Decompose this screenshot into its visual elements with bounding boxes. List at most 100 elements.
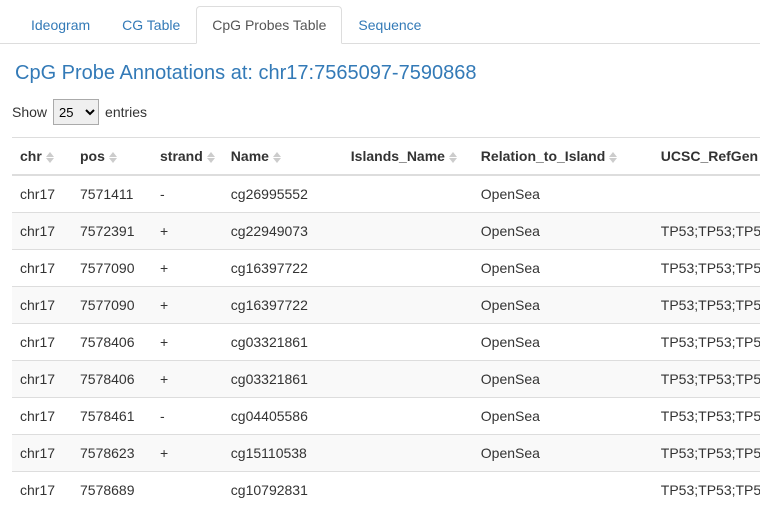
cell-refgen: TP53;TP53;TP53;: [653, 213, 760, 250]
cell-refgen: TP53;TP53;TP53;: [653, 435, 760, 472]
cell-refgen: TP53;TP53;TP53;: [653, 287, 760, 324]
cell-refgen: TP53;TP53;TP53;: [653, 250, 760, 287]
table-row: chr177578461-cg04405586 OpenSeaTP53;TP53;…: [12, 398, 760, 435]
cell-islands: [343, 175, 473, 213]
show-label: Show: [12, 104, 47, 120]
cell-name: cg16397722: [223, 250, 343, 287]
cell-pos: 7571411: [72, 175, 152, 213]
table-row: chr177572391+cg22949073OpenSeaTP53;TP53;…: [12, 213, 760, 250]
cell-strand: +: [152, 213, 223, 250]
cell-name: cg16397722: [223, 287, 343, 324]
sort-icon: [207, 152, 215, 163]
col-header-relation_to_island[interactable]: Relation_to_Island: [473, 138, 653, 176]
cell-relation: OpenSea: [473, 287, 653, 324]
cell-strand: [152, 472, 223, 508]
tabs: IdeogramCG TableCpG Probes TableSequence: [0, 0, 760, 44]
col-header-ucsc_refgen[interactable]: UCSC_RefGen: [653, 138, 760, 176]
cell-name: cg03321861: [223, 361, 343, 398]
cell-name: cg04405586: [223, 398, 343, 435]
cell-refgen: TP53;TP53;TP53;: [653, 472, 760, 508]
cell-pos: 7578689: [72, 472, 152, 508]
cell-islands: [343, 472, 473, 508]
cell-name: cg22949073: [223, 213, 343, 250]
entries-label: entries: [105, 104, 147, 120]
table-row: chr177577090+cg16397722OpenSeaTP53;TP53;…: [12, 250, 760, 287]
sort-icon: [449, 152, 457, 163]
header-row: chr pos strand Name Islands_Name Relation_to_…: [12, 138, 760, 176]
table-row: chr177577090+cg16397722OpenSeaTP53;TP53;…: [12, 287, 760, 324]
cell-name: cg03321861: [223, 324, 343, 361]
col-label: pos: [80, 148, 105, 164]
cell-strand: +: [152, 287, 223, 324]
cell-relation: OpenSea: [473, 324, 653, 361]
cell-pos: 7578623: [72, 435, 152, 472]
cell-pos: 7578461: [72, 398, 152, 435]
cell-name: cg10792831: [223, 472, 343, 508]
cell-strand: -: [152, 175, 223, 213]
col-header-islands_name[interactable]: Islands_Name: [343, 138, 473, 176]
cell-chr: chr17: [12, 472, 72, 508]
cell-pos: 7578406: [72, 361, 152, 398]
cell-islands: [343, 398, 473, 435]
cell-refgen: [653, 175, 760, 213]
col-label: strand: [160, 148, 203, 164]
cell-islands: [343, 324, 473, 361]
col-header-strand[interactable]: strand: [152, 138, 223, 176]
tab-cg-table[interactable]: CG Table: [106, 6, 196, 44]
cell-refgen: TP53;TP53;TP53;: [653, 324, 760, 361]
table-row: chr177578689 cg10792831 TP53;TP53;TP53;: [12, 472, 760, 508]
cell-islands: [343, 435, 473, 472]
cell-islands: [343, 213, 473, 250]
probes-table: chr pos strand Name Islands_Name Relation_to_…: [12, 137, 760, 508]
sort-icon: [273, 152, 281, 163]
cell-strand: +: [152, 361, 223, 398]
table-row: chr177578406+cg03321861 OpenSeaTP53;TP53;…: [12, 324, 760, 361]
col-header-name[interactable]: Name: [223, 138, 343, 176]
col-label: UCSC_RefGen: [661, 148, 758, 164]
col-label: chr: [20, 148, 42, 164]
cell-chr: chr17: [12, 287, 72, 324]
cell-pos: 7578406: [72, 324, 152, 361]
cell-pos: 7577090: [72, 250, 152, 287]
tab-ideogram[interactable]: Ideogram: [15, 6, 106, 44]
cell-chr: chr17: [12, 324, 72, 361]
cell-chr: chr17: [12, 361, 72, 398]
cell-islands: [343, 361, 473, 398]
cell-chr: chr17: [12, 250, 72, 287]
cell-relation: [473, 472, 653, 508]
cell-refgen: TP53;TP53;TP53;: [653, 361, 760, 398]
cell-relation: OpenSea: [473, 398, 653, 435]
col-label: Relation_to_Island: [481, 148, 605, 164]
cell-name: cg15110538: [223, 435, 343, 472]
cell-chr: chr17: [12, 213, 72, 250]
cell-chr: chr17: [12, 398, 72, 435]
entries-select[interactable]: 25: [53, 99, 99, 125]
cell-relation: OpenSea: [473, 361, 653, 398]
col-header-chr[interactable]: chr: [12, 138, 72, 176]
cell-relation: OpenSea: [473, 175, 653, 213]
cell-strand: -: [152, 398, 223, 435]
cell-relation: OpenSea: [473, 250, 653, 287]
cell-islands: [343, 250, 473, 287]
table-body: chr177571411-cg26995552OpenSeachr1775723…: [12, 175, 760, 508]
cell-refgen: TP53;TP53;TP53;: [653, 398, 760, 435]
sort-icon: [46, 152, 54, 163]
cell-pos: 7572391: [72, 213, 152, 250]
cell-name: cg26995552: [223, 175, 343, 213]
cell-islands: [343, 287, 473, 324]
tab-sequence[interactable]: Sequence: [342, 6, 437, 44]
page-title: CpG Probe Annotations at: chr17:7565097-…: [0, 44, 760, 95]
table-row: chr177571411-cg26995552 OpenSea: [12, 175, 760, 213]
cell-strand: +: [152, 435, 223, 472]
sort-icon: [109, 152, 117, 163]
cell-relation: OpenSea: [473, 435, 653, 472]
sort-icon: [609, 152, 617, 163]
tab-cpg-probes-table[interactable]: CpG Probes Table: [196, 6, 342, 44]
col-header-pos[interactable]: pos: [72, 138, 152, 176]
table-row: chr177578623+cg15110538OpenSeaTP53;TP53;…: [12, 435, 760, 472]
col-label: Name: [231, 148, 269, 164]
cell-strand: +: [152, 324, 223, 361]
col-label: Islands_Name: [351, 148, 445, 164]
table-row: chr177578406+cg03321861 OpenSeaTP53;TP53;…: [12, 361, 760, 398]
cell-chr: chr17: [12, 175, 72, 213]
